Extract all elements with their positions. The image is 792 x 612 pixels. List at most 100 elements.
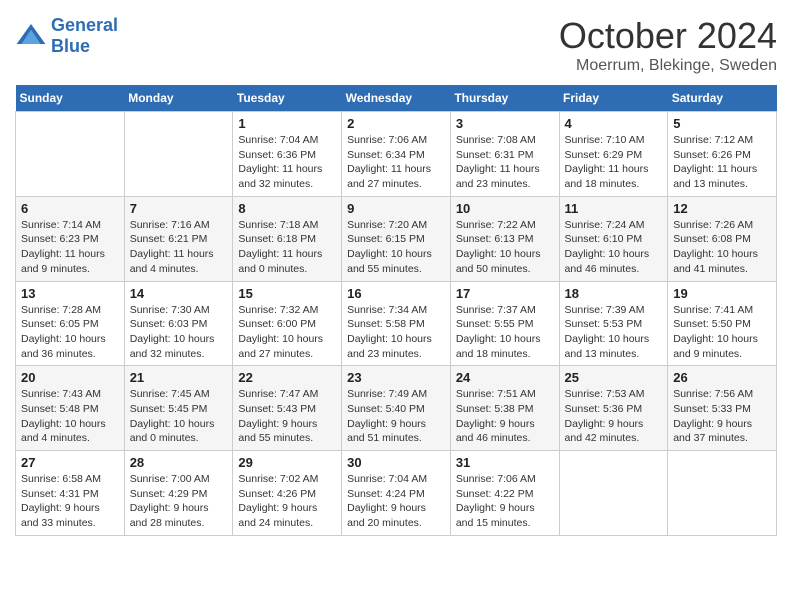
calendar-cell	[16, 112, 125, 197]
title-block: October 2024 Moerrum, Blekinge, Sweden	[559, 15, 777, 75]
day-info: Sunrise: 7:26 AMSunset: 6:08 PMDaylight:…	[673, 218, 771, 277]
calendar-cell: 31Sunrise: 7:06 AMSunset: 4:22 PMDayligh…	[450, 451, 559, 536]
calendar-cell: 17 Sunrise: 7:37 AMSunset: 5:55 PMDayligh…	[450, 281, 559, 366]
day-info: Sunrise: 7:12 AMSunset: 6:26 PMDaylight:…	[673, 133, 771, 192]
calendar-week-row: 13 Sunrise: 7:28 AMSunset: 6:05 PMDayligh…	[16, 281, 777, 366]
day-info: Sunrise: 7:34 AMSunset: 5:58 PMDaylight:…	[347, 303, 445, 362]
logo-icon	[15, 20, 47, 52]
calendar-cell: 1Sunrise: 7:04 AMSunset: 6:36 PMDaylight…	[233, 112, 342, 197]
calendar-cell: 19 Sunrise: 7:41 AMSunset: 5:50 PMDayligh…	[668, 281, 777, 366]
day-number: 27	[21, 455, 119, 470]
calendar-cell: 23 Sunrise: 7:49 AMSunset: 5:40 PMDayligh…	[342, 366, 451, 451]
day-number: 9	[347, 201, 445, 216]
day-number: 19	[673, 286, 771, 301]
calendar-cell: 4 Sunrise: 7:10 AMSunset: 6:29 PMDaylight…	[559, 112, 668, 197]
weekday-header: Monday	[124, 85, 233, 112]
day-number: 2	[347, 116, 445, 131]
day-info: Sunrise: 7:56 AMSunset: 5:33 PMDaylight:…	[673, 387, 771, 446]
calendar-cell: 15Sunrise: 7:32 AMSunset: 6:00 PMDayligh…	[233, 281, 342, 366]
calendar-cell: 5 Sunrise: 7:12 AMSunset: 6:26 PMDaylight…	[668, 112, 777, 197]
calendar-cell: 18 Sunrise: 7:39 AMSunset: 5:53 PMDayligh…	[559, 281, 668, 366]
month-title: October 2024	[559, 15, 777, 57]
day-info: Sunrise: 7:47 AMSunset: 5:43 PMDaylight:…	[238, 387, 336, 446]
day-info: Sunrise: 7:00 AMSunset: 4:29 PMDaylight:…	[130, 472, 228, 531]
page-header: General Blue October 2024 Moerrum, Bleki…	[15, 15, 777, 75]
day-number: 23	[347, 370, 445, 385]
calendar-cell: 2 Sunrise: 7:06 AMSunset: 6:34 PMDaylight…	[342, 112, 451, 197]
day-number: 3	[456, 116, 554, 131]
day-number: 14	[130, 286, 228, 301]
day-number: 26	[673, 370, 771, 385]
calendar-cell: 29 Sunrise: 7:02 AMSunset: 4:26 PMDayligh…	[233, 451, 342, 536]
calendar-week-row: 20Sunrise: 7:43 AMSunset: 5:48 PMDayligh…	[16, 366, 777, 451]
location: Moerrum, Blekinge, Sweden	[559, 57, 777, 75]
day-info: Sunrise: 7:24 AMSunset: 6:10 PMDaylight:…	[565, 218, 663, 277]
day-info: Sunrise: 7:37 AMSunset: 5:55 PMDaylight:…	[456, 303, 554, 362]
day-number: 20	[21, 370, 119, 385]
weekday-header: Saturday	[668, 85, 777, 112]
weekday-header: Tuesday	[233, 85, 342, 112]
calendar-cell: 13 Sunrise: 7:28 AMSunset: 6:05 PMDayligh…	[16, 281, 125, 366]
day-number: 10	[456, 201, 554, 216]
day-info: Sunrise: 7:02 AMSunset: 4:26 PMDaylight:…	[238, 472, 336, 531]
day-info: Sunrise: 7:06 AMSunset: 6:34 PMDaylight:…	[347, 133, 445, 192]
day-number: 16	[347, 286, 445, 301]
calendar-cell: 22Sunrise: 7:47 AMSunset: 5:43 PMDayligh…	[233, 366, 342, 451]
day-info: Sunrise: 7:45 AMSunset: 5:45 PMDaylight:…	[130, 387, 228, 446]
calendar-cell	[559, 451, 668, 536]
calendar-cell: 6Sunrise: 7:14 AMSunset: 6:23 PMDaylight…	[16, 196, 125, 281]
day-info: Sunrise: 7:39 AMSunset: 5:53 PMDaylight:…	[565, 303, 663, 362]
calendar-cell: 3Sunrise: 7:08 AMSunset: 6:31 PMDaylight…	[450, 112, 559, 197]
logo-text: General Blue	[51, 15, 118, 57]
calendar-cell: 20Sunrise: 7:43 AMSunset: 5:48 PMDayligh…	[16, 366, 125, 451]
calendar-cell: 11Sunrise: 7:24 AMSunset: 6:10 PMDayligh…	[559, 196, 668, 281]
day-info: Sunrise: 7:10 AMSunset: 6:29 PMDaylight:…	[565, 133, 663, 192]
day-number: 5	[673, 116, 771, 131]
day-number: 25	[565, 370, 663, 385]
day-info: Sunrise: 7:53 AMSunset: 5:36 PMDaylight:…	[565, 387, 663, 446]
calendar-cell: 28 Sunrise: 7:00 AMSunset: 4:29 PMDayligh…	[124, 451, 233, 536]
day-info: Sunrise: 7:30 AMSunset: 6:03 PMDaylight:…	[130, 303, 228, 362]
day-info: Sunrise: 7:49 AMSunset: 5:40 PMDaylight:…	[347, 387, 445, 446]
day-number: 17	[456, 286, 554, 301]
day-info: Sunrise: 7:51 AMSunset: 5:38 PMDaylight:…	[456, 387, 554, 446]
calendar-cell: 9Sunrise: 7:20 AMSunset: 6:15 PMDaylight…	[342, 196, 451, 281]
calendar-cell: 12 Sunrise: 7:26 AMSunset: 6:08 PMDayligh…	[668, 196, 777, 281]
day-number: 8	[238, 201, 336, 216]
calendar-cell: 24 Sunrise: 7:51 AMSunset: 5:38 PMDayligh…	[450, 366, 559, 451]
day-number: 21	[130, 370, 228, 385]
day-number: 30	[347, 455, 445, 470]
day-number: 18	[565, 286, 663, 301]
day-info: Sunrise: 7:32 AMSunset: 6:00 PMDaylight:…	[238, 303, 336, 362]
calendar-cell: 27 Sunrise: 6:58 AMSunset: 4:31 PMDayligh…	[16, 451, 125, 536]
day-info: Sunrise: 7:04 AMSunset: 4:24 PMDaylight:…	[347, 472, 445, 531]
calendar-week-row: 27 Sunrise: 6:58 AMSunset: 4:31 PMDayligh…	[16, 451, 777, 536]
weekday-header-row: SundayMondayTuesdayWednesdayThursdayFrid…	[16, 85, 777, 112]
day-number: 6	[21, 201, 119, 216]
day-info: Sunrise: 7:28 AMSunset: 6:05 PMDaylight:…	[21, 303, 119, 362]
day-number: 28	[130, 455, 228, 470]
day-info: Sunrise: 7:18 AMSunset: 6:18 PMDaylight:…	[238, 218, 336, 277]
day-info: Sunrise: 7:22 AMSunset: 6:13 PMDaylight:…	[456, 218, 554, 277]
day-number: 12	[673, 201, 771, 216]
day-info: Sunrise: 6:58 AMSunset: 4:31 PMDaylight:…	[21, 472, 119, 531]
day-number: 29	[238, 455, 336, 470]
day-number: 13	[21, 286, 119, 301]
calendar-cell	[124, 112, 233, 197]
day-number: 24	[456, 370, 554, 385]
calendar-cell: 30 Sunrise: 7:04 AMSunset: 4:24 PMDayligh…	[342, 451, 451, 536]
calendar-table: SundayMondayTuesdayWednesdayThursdayFrid…	[15, 85, 777, 536]
calendar-cell: 8 Sunrise: 7:18 AMSunset: 6:18 PMDaylight…	[233, 196, 342, 281]
weekday-header: Friday	[559, 85, 668, 112]
calendar-cell: 7Sunrise: 7:16 AMSunset: 6:21 PMDaylight…	[124, 196, 233, 281]
calendar-cell: 21 Sunrise: 7:45 AMSunset: 5:45 PMDayligh…	[124, 366, 233, 451]
day-number: 31	[456, 455, 554, 470]
weekday-header: Thursday	[450, 85, 559, 112]
logo: General Blue	[15, 15, 118, 57]
day-number: 4	[565, 116, 663, 131]
day-info: Sunrise: 7:41 AMSunset: 5:50 PMDaylight:…	[673, 303, 771, 362]
calendar-week-row: 1Sunrise: 7:04 AMSunset: 6:36 PMDaylight…	[16, 112, 777, 197]
calendar-cell: 25 Sunrise: 7:53 AMSunset: 5:36 PMDayligh…	[559, 366, 668, 451]
day-info: Sunrise: 7:04 AMSunset: 6:36 PMDaylight:…	[238, 133, 336, 192]
calendar-cell: 16 Sunrise: 7:34 AMSunset: 5:58 PMDayligh…	[342, 281, 451, 366]
